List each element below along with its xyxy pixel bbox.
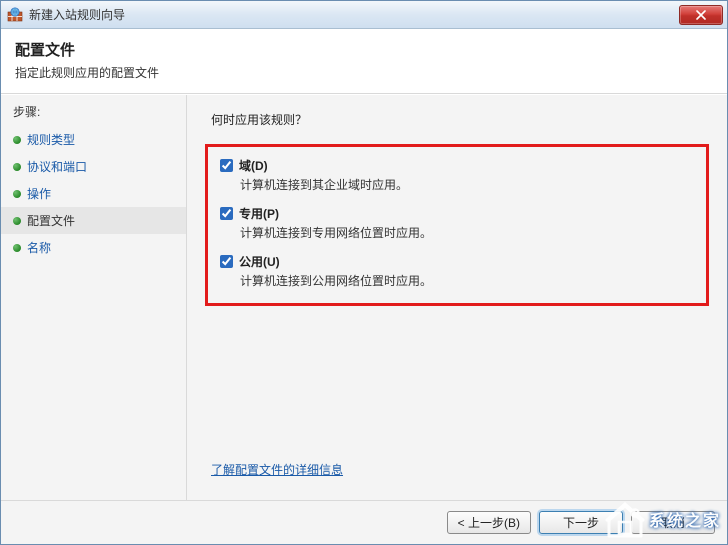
main-panel: 何时应用该规则？ 域(D) 计算机连接到其企业域时应用。 专用(P) 计算机连接… [187, 95, 727, 500]
options-highlight: 域(D) 计算机连接到其企业域时应用。 专用(P) 计算机连接到专用网络位置时应… [205, 144, 709, 306]
bullet-icon [13, 244, 21, 252]
learn-more-link[interactable]: 了解配置文件的详细信息 [211, 463, 343, 477]
wizard-window: 新建入站规则向导 配置文件 指定此规则应用的配置文件 步骤 规则类型 协议和端口 [0, 0, 728, 545]
wizard-footer: < 上一步(B) 下一步 取消 [1, 500, 727, 544]
close-button[interactable] [679, 5, 723, 25]
wizard-body: 步骤 规则类型 协议和端口 操作 配置文件 名称 [1, 94, 727, 500]
steps-heading: 步骤 [1, 103, 186, 126]
step-action[interactable]: 操作 [1, 180, 186, 207]
option-label: 专用(P) [239, 205, 279, 222]
checkbox-private[interactable] [220, 207, 233, 220]
option-label: 公用(U) [239, 253, 280, 270]
page-subtitle: 指定此规则应用的配置文件 [15, 64, 713, 81]
option-desc: 计算机连接到公用网络位置时应用。 [220, 272, 694, 289]
back-button[interactable]: < 上一步(B) [447, 511, 531, 534]
checkbox-domain[interactable] [220, 159, 233, 172]
step-label: 配置文件 [27, 212, 75, 229]
page-title: 配置文件 [15, 39, 713, 60]
next-button[interactable]: 下一步 [539, 511, 623, 534]
titlebar: 新建入站规则向导 [1, 1, 727, 29]
steps-sidebar: 步骤 规则类型 协议和端口 操作 配置文件 名称 [1, 95, 187, 500]
close-icon [696, 10, 706, 20]
step-profile[interactable]: 配置文件 [1, 207, 186, 234]
option-desc: 计算机连接到其企业域时应用。 [220, 176, 694, 193]
option-domain: 域(D) 计算机连接到其企业域时应用。 [220, 157, 694, 193]
option-label: 域(D) [239, 157, 268, 174]
titlebar-left: 新建入站规则向导 [7, 6, 125, 23]
option-public: 公用(U) 计算机连接到公用网络位置时应用。 [220, 253, 694, 289]
step-label: 规则类型 [27, 131, 75, 148]
option-private: 专用(P) 计算机连接到专用网络位置时应用。 [220, 205, 694, 241]
step-label: 名称 [27, 239, 51, 256]
main-question: 何时应用该规则？ [205, 111, 709, 128]
step-label: 操作 [27, 185, 51, 202]
learn-more-block: 了解配置文件的详细信息 [205, 447, 709, 488]
step-protocol-port[interactable]: 协议和端口 [1, 153, 186, 180]
window-title: 新建入站规则向导 [29, 6, 125, 23]
cancel-button[interactable]: 取消 [631, 511, 715, 534]
checkbox-public[interactable] [220, 255, 233, 268]
bullet-icon [13, 217, 21, 225]
step-rule-type[interactable]: 规则类型 [1, 126, 186, 153]
step-name[interactable]: 名称 [1, 234, 186, 261]
bullet-icon [13, 190, 21, 198]
step-label: 协议和端口 [27, 158, 87, 175]
bullet-icon [13, 136, 21, 144]
option-desc: 计算机连接到专用网络位置时应用。 [220, 224, 694, 241]
bullet-icon [13, 163, 21, 171]
wizard-header: 配置文件 指定此规则应用的配置文件 [1, 29, 727, 94]
firewall-icon [7, 7, 23, 23]
